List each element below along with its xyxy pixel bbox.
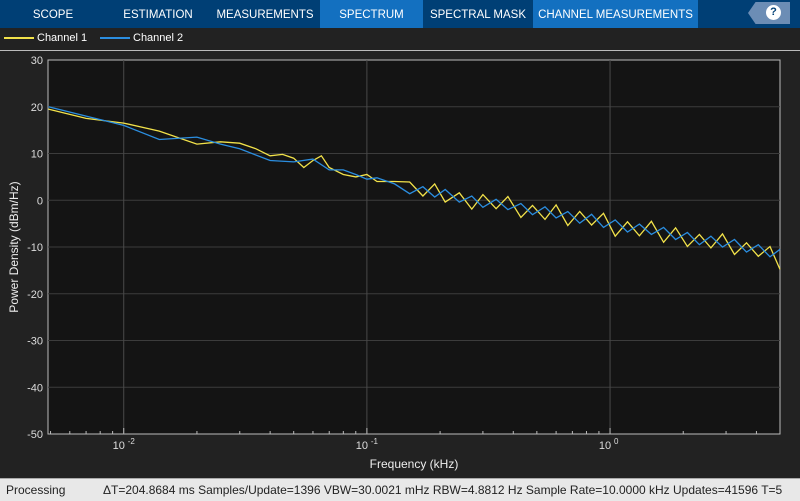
x-tick-label: 10: [356, 440, 368, 452]
x-tick-label: 10: [599, 440, 611, 452]
question-icon: ?: [766, 5, 781, 20]
legend-item-channel-1[interactable]: Channel 1: [4, 32, 87, 44]
y-tick-label: 30: [31, 55, 43, 67]
tab-estimation[interactable]: ESTIMATION: [106, 0, 210, 28]
x-axis-label: Frequency (kHz): [370, 457, 459, 471]
legend: Channel 1 Channel 2: [0, 28, 800, 51]
legend-label: Channel 1: [37, 32, 88, 44]
y-tick-label: -30: [27, 336, 43, 348]
legend-item-channel-2[interactable]: Channel 2: [100, 32, 183, 44]
y-tick-label: -10: [27, 242, 43, 254]
line-swatch-icon: [100, 37, 130, 39]
y-tick-label: 0: [37, 195, 43, 207]
status-info: ΔT=204.8684 ms Samples/Update=1396 VBW=3…: [103, 483, 783, 497]
spectrum-plot[interactable]: -50-40-30-20-10010203010 -2 10 -1 10 0Frequen…: [0, 51, 800, 478]
tab-scope[interactable]: SCOPE: [0, 0, 106, 28]
x-tick-exponent: -2: [128, 437, 136, 446]
toolstrip-tabs: SCOPE ESTIMATION MEASUREMENTS SPECTRUM S…: [0, 0, 800, 28]
legend-label: Channel 2: [133, 32, 184, 44]
tab-channel-measurements[interactable]: CHANNEL MEASUREMENTS: [533, 0, 698, 28]
x-tick-exponent: -1: [371, 437, 379, 446]
y-axis-label: Power Density (dBm/Hz): [7, 181, 21, 312]
tab-spectrum[interactable]: SPECTRUM: [320, 0, 423, 28]
y-tick-label: 20: [31, 102, 43, 114]
tab-spectral-mask[interactable]: SPECTRAL MASK: [423, 0, 533, 28]
x-tick-exponent: 0: [614, 437, 619, 446]
line-swatch-icon: [4, 37, 34, 39]
y-tick-label: -50: [27, 429, 43, 441]
y-tick-label: -40: [27, 382, 43, 394]
y-tick-label: 10: [31, 149, 43, 161]
y-tick-label: -20: [27, 289, 43, 301]
status-bar: Processing ΔT=204.8684 ms Samples/Update…: [0, 478, 800, 501]
help-button[interactable]: ?: [748, 2, 790, 24]
x-tick-label: 10: [113, 440, 125, 452]
status-state: Processing: [6, 483, 66, 497]
tab-measurements[interactable]: MEASUREMENTS: [210, 0, 320, 28]
